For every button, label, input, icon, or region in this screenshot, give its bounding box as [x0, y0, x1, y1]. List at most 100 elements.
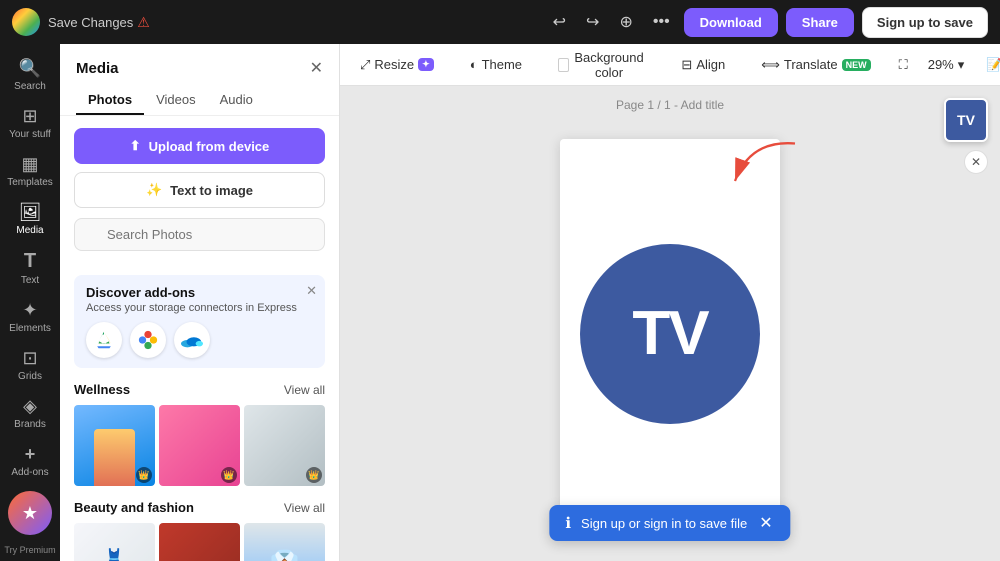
close-right-panel-button[interactable]: ✕: [964, 150, 988, 174]
canvas-wrapper[interactable]: Page 1 / 1 - Add title TV TV ✕: [340, 86, 1000, 561]
translate-icon: ⟺: [761, 57, 780, 73]
beauty-section-header: Beauty and fashion View all: [74, 500, 325, 515]
download-button[interactable]: Download: [684, 8, 778, 37]
media-panel-close-button[interactable]: ✕: [310, 58, 323, 78]
fit-to-screen-button[interactable]: ⛶: [891, 52, 916, 78]
zoom-percentage-button[interactable]: 29% ▾: [920, 52, 973, 78]
sidebar-item-text[interactable]: T Text: [4, 244, 56, 292]
tab-videos[interactable]: Videos: [144, 86, 208, 115]
background-color-button[interactable]: Background color: [550, 45, 653, 85]
align-label: Align: [696, 57, 725, 72]
google-photos-icon[interactable]: [130, 322, 166, 358]
search-icon: 🔍: [19, 58, 41, 79]
redo-button[interactable]: ↪: [580, 8, 605, 36]
theme-button[interactable]: ◐ Theme: [462, 52, 530, 77]
wellness-photo-3[interactable]: 👑: [244, 405, 325, 486]
upload-from-device-button[interactable]: ⬆ Upload from device: [74, 128, 325, 164]
premium-icon: ★: [22, 503, 38, 524]
sidebar-label-your-stuff: Your stuff: [9, 129, 51, 140]
resize-badge: ✦: [418, 58, 434, 71]
media-tabs: Photos Videos Audio: [60, 86, 339, 116]
notes-icon: 📝: [986, 57, 1000, 73]
one-drive-icon[interactable]: [174, 322, 210, 358]
signup-to-save-button[interactable]: Sign up to save: [862, 7, 988, 38]
sidebar-label-text: Text: [21, 275, 39, 286]
tv-logo-text: TV: [632, 298, 707, 369]
sidebar-item-add-ons[interactable]: + Add-ons: [4, 438, 56, 484]
save-changes-btn[interactable]: Save Changes ⚠: [48, 14, 150, 31]
wellness-photo-2[interactable]: 👑: [159, 405, 240, 486]
sidebar-label-grids: Grids: [18, 371, 42, 382]
text-icon: T: [24, 250, 36, 273]
location-button[interactable]: ⊕: [613, 8, 638, 36]
tab-photos[interactable]: Photos: [76, 86, 144, 115]
notes-button[interactable]: 📝: [978, 52, 1000, 78]
save-warning-icon: ⚠: [137, 14, 150, 31]
undo-button[interactable]: ↩: [547, 8, 572, 36]
sidebar-item-media[interactable]: 🖼 Media: [4, 196, 56, 242]
beauty-photo-3[interactable]: 👔: [244, 523, 325, 561]
addons-banner-close-button[interactable]: ✕: [306, 283, 317, 299]
wellness-title: Wellness: [74, 382, 130, 397]
templates-icon: ▦: [21, 154, 38, 175]
location-icon: ⊕: [619, 12, 632, 32]
premium-badge-2: 👑: [221, 467, 237, 483]
sidebar-item-brands[interactable]: ◈ Brands: [4, 390, 56, 436]
share-button[interactable]: Share: [786, 8, 854, 37]
wellness-section-header: Wellness View all: [74, 382, 325, 397]
search-photos-input[interactable]: [74, 218, 325, 251]
upload-label: Upload from device: [149, 139, 270, 154]
brands-icon: ◈: [23, 396, 37, 417]
align-button[interactable]: ⊟ Align: [673, 52, 733, 78]
sidebar-item-elements[interactable]: ✦ Elements: [4, 294, 56, 340]
media-panel: Media ✕ Photos Videos Audio ⬆ Upload fro…: [60, 44, 340, 561]
wellness-photo-1[interactable]: 👑: [74, 405, 155, 486]
beauty-photo-2[interactable]: [159, 523, 240, 561]
more-icon: •••: [653, 13, 670, 31]
addons-title: Discover add-ons: [86, 285, 313, 300]
translate-button[interactable]: ⟺ Translate NEW: [753, 52, 878, 78]
beauty-photo-1[interactable]: 👗: [74, 523, 155, 561]
save-banner: ℹ Sign up or sign in to save file ✕: [549, 505, 790, 541]
canvas-area: ⤢ Resize ✦ ◐ Theme Background color ⊟ Al…: [340, 44, 1000, 561]
try-premium-button[interactable]: ★: [8, 491, 52, 535]
app-logo[interactable]: [12, 8, 40, 36]
sidebar-label-elements: Elements: [9, 323, 51, 334]
sidebar-item-templates[interactable]: ▦ Templates: [4, 148, 56, 194]
text-to-image-button[interactable]: ✨ Text to image: [74, 172, 325, 208]
google-drive-icon[interactable]: [86, 322, 122, 358]
addons-icons: [86, 322, 313, 358]
more-options-button[interactable]: •••: [647, 9, 676, 35]
elements-icon: ✦: [22, 300, 37, 321]
sidebar-icons: 🔍 Search ⊞ Your stuff ▦ Templates 🖼 Medi…: [0, 44, 60, 561]
editor-toolbar: ⤢ Resize ✦ ◐ Theme Background color ⊟ Al…: [340, 44, 1000, 86]
beauty-title: Beauty and fashion: [74, 500, 194, 515]
text-to-image-icon: ✨: [146, 182, 162, 198]
sidebar-label-add-ons: Add-ons: [11, 467, 48, 478]
sidebar-label-templates: Templates: [7, 177, 53, 188]
resize-icon: ⤢: [360, 57, 370, 73]
canvas-card[interactable]: TV: [560, 139, 780, 529]
tab-audio[interactable]: Audio: [208, 86, 265, 115]
try-premium-label: Try Premium: [4, 545, 55, 555]
text-to-image-label: Text to image: [170, 183, 253, 198]
beauty-view-all[interactable]: View all: [284, 501, 325, 515]
your-stuff-icon: ⊞: [22, 106, 37, 127]
sidebar-item-your-stuff[interactable]: ⊞ Your stuff: [4, 100, 56, 146]
translate-new-badge: NEW: [842, 59, 871, 71]
save-banner-close-button[interactable]: ✕: [757, 513, 774, 533]
background-color-label: Background color: [573, 50, 646, 80]
sidebar-item-search[interactable]: 🔍 Search: [4, 52, 56, 98]
zoom-label: 29%: [928, 57, 954, 72]
sidebar-label-media: Media: [16, 225, 43, 236]
wellness-view-all[interactable]: View all: [284, 383, 325, 397]
resize-button[interactable]: ⤢ Resize ✦: [352, 52, 442, 78]
sidebar-item-grids[interactable]: ⊡ Grids: [4, 342, 56, 388]
mini-thumbnail[interactable]: TV: [944, 98, 988, 142]
main-content: 🔍 Search ⊞ Your stuff ▦ Templates 🖼 Medi…: [0, 44, 1000, 561]
right-mini-panel: TV ✕: [944, 98, 988, 174]
zoom-control[interactable]: ⛶ 29% ▾: [891, 52, 973, 78]
sidebar-label-brands: Brands: [14, 419, 46, 430]
tv-logo: TV: [580, 244, 760, 424]
redo-icon: ↪: [586, 12, 599, 32]
